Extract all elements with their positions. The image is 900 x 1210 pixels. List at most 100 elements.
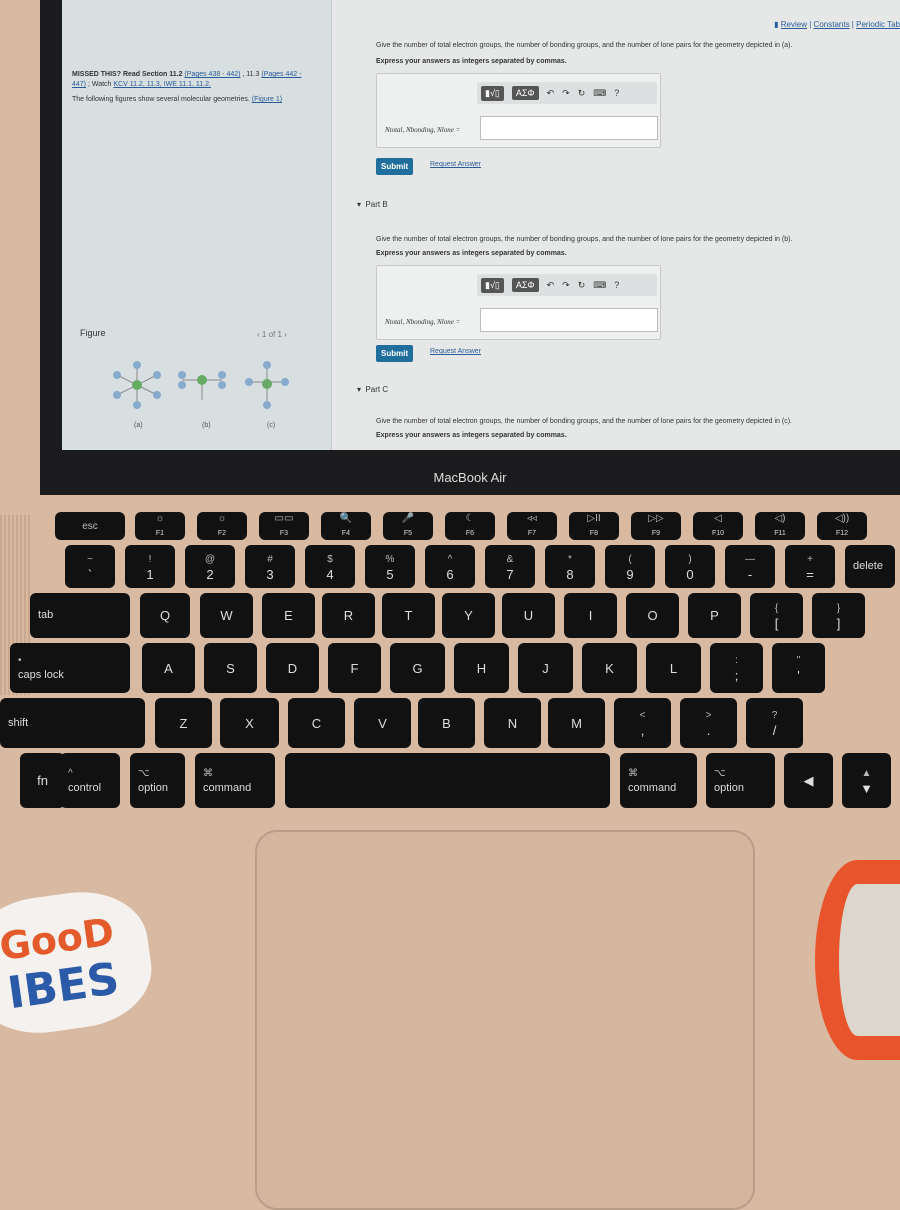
key--[interactable]: {[ bbox=[750, 593, 803, 638]
key-f1[interactable]: ☼ F1 bbox=[135, 512, 185, 540]
key-c[interactable]: C bbox=[288, 698, 345, 748]
review-link[interactable]: Review bbox=[781, 20, 807, 29]
key-u[interactable]: U bbox=[502, 593, 555, 638]
key-g[interactable]: G bbox=[390, 643, 445, 693]
key-f9[interactable]: ▷▷ F9 bbox=[631, 512, 681, 540]
key-shift[interactable]: shift bbox=[0, 698, 145, 748]
key-1[interactable]: ! 1 bbox=[125, 545, 175, 588]
key--[interactable]: >. bbox=[680, 698, 737, 748]
key-n[interactable]: N bbox=[484, 698, 541, 748]
key-0[interactable]: ) 0 bbox=[665, 545, 715, 588]
reset-icon[interactable]: ↻ bbox=[578, 280, 586, 291]
undo-icon[interactable]: ↶ bbox=[547, 88, 555, 99]
part-b-toggle[interactable]: ▾ Part B bbox=[357, 200, 388, 209]
key-i[interactable]: I bbox=[564, 593, 617, 638]
greek-button[interactable]: ΑΣΦ bbox=[511, 86, 539, 100]
key-esc[interactable]: esc bbox=[55, 512, 125, 540]
key-f[interactable]: F bbox=[328, 643, 381, 693]
key-e[interactable]: E bbox=[262, 593, 315, 638]
key-p[interactable]: P bbox=[688, 593, 741, 638]
key-f11[interactable]: ◁) F11 bbox=[755, 512, 805, 540]
figure-link[interactable]: (Figure 1) bbox=[252, 96, 282, 103]
key-f6[interactable]: ☾ F6 bbox=[445, 512, 495, 540]
key-z[interactable]: Z bbox=[155, 698, 212, 748]
key-7[interactable]: & 7 bbox=[485, 545, 535, 588]
templates-button[interactable]: ▮√▯ bbox=[481, 277, 504, 293]
keyboard-icon[interactable]: ⌨ bbox=[593, 280, 606, 291]
key-9[interactable]: (9 bbox=[605, 545, 655, 588]
redo-icon[interactable]: ↷ bbox=[562, 280, 570, 291]
part-c-toggle[interactable]: ▾ Part C bbox=[357, 385, 388, 394]
undo-icon[interactable]: ↶ bbox=[547, 280, 555, 291]
part-b-request-answer[interactable]: Request Answer bbox=[430, 348, 481, 355]
help-icon[interactable]: ? bbox=[614, 280, 619, 290]
key-2[interactable]: @2 bbox=[185, 545, 235, 588]
key-k[interactable]: K bbox=[582, 643, 637, 693]
key-f4[interactable]: 🔍 F4 bbox=[321, 512, 371, 540]
watch-link[interactable]: KCV 11.2, 11.3, IWE 11.1, 11.2. bbox=[113, 81, 211, 88]
key-fn[interactable]: fn bbox=[20, 753, 65, 808]
key-j[interactable]: J bbox=[518, 643, 573, 693]
pages-link-1[interactable]: (Pages 438 - 442) bbox=[184, 71, 240, 78]
part-a-submit-button[interactable]: Submit bbox=[376, 158, 414, 175]
key--[interactable]: — - bbox=[725, 545, 775, 588]
key-a[interactable]: A bbox=[142, 643, 195, 693]
key-3[interactable]: #3 bbox=[245, 545, 295, 588]
periodic-table-link[interactable]: Periodic Tab bbox=[856, 20, 900, 29]
key-o[interactable]: O bbox=[626, 593, 679, 638]
redo-icon[interactable]: ↷ bbox=[562, 88, 570, 99]
constants-link[interactable]: Constants bbox=[814, 20, 850, 29]
key--[interactable]: ◀ bbox=[784, 753, 833, 808]
key-delete[interactable]: delete bbox=[845, 545, 895, 588]
key-b[interactable]: B bbox=[418, 698, 475, 748]
key-m[interactable]: M bbox=[548, 698, 605, 748]
key-command[interactable]: ⌘ command bbox=[195, 753, 275, 808]
key-f5[interactable]: 🎤 F5 bbox=[383, 512, 433, 540]
key-f3[interactable]: ▭▭ F3 bbox=[259, 512, 309, 540]
part-b-input[interactable] bbox=[480, 308, 658, 332]
key-s[interactable]: S bbox=[204, 643, 257, 693]
key-f8[interactable]: ▷II F8 bbox=[569, 512, 619, 540]
key--[interactable]: + = bbox=[785, 545, 835, 588]
key--[interactable]: ? / bbox=[746, 698, 803, 748]
key--[interactable]: :; bbox=[710, 643, 763, 693]
key-f10[interactable]: ◁ F10 bbox=[693, 512, 743, 540]
help-icon[interactable]: ? bbox=[614, 88, 619, 98]
part-a-input[interactable] bbox=[480, 116, 658, 140]
key-v[interactable]: V bbox=[354, 698, 411, 748]
key-space[interactable] bbox=[285, 753, 610, 808]
key-tab[interactable]: tab bbox=[30, 593, 130, 638]
part-b-submit-button[interactable]: Submit bbox=[376, 345, 414, 362]
templates-button[interactable]: ▮√▯ bbox=[481, 85, 504, 101]
key-8[interactable]: * 8 bbox=[545, 545, 595, 588]
part-a-request-answer[interactable]: Request Answer bbox=[430, 161, 481, 168]
key--[interactable]: " ' bbox=[772, 643, 825, 693]
trackpad[interactable] bbox=[255, 830, 755, 1210]
key-l[interactable]: L bbox=[646, 643, 701, 693]
key-t[interactable]: T bbox=[382, 593, 435, 638]
key-option[interactable]: ⌥ option bbox=[706, 753, 775, 808]
key--[interactable]: ▲ ▼ bbox=[842, 753, 891, 808]
key--[interactable]: ~ ` bbox=[65, 545, 115, 588]
key-command[interactable]: ⌘ command bbox=[620, 753, 697, 808]
greek-button[interactable]: ΑΣΦ bbox=[511, 278, 539, 292]
keyboard-icon[interactable]: ⌨ bbox=[593, 88, 606, 99]
figure-pager[interactable]: ‹ 1 of 1 › bbox=[257, 330, 287, 339]
key-5[interactable]: % 5 bbox=[365, 545, 415, 588]
key-6[interactable]: ^ 6 bbox=[425, 545, 475, 588]
key-f2[interactable]: ☼ F2 bbox=[197, 512, 247, 540]
key--[interactable]: <, bbox=[614, 698, 671, 748]
key-option[interactable]: ⌥ option bbox=[130, 753, 185, 808]
key-r[interactable]: R bbox=[322, 593, 375, 638]
reset-icon[interactable]: ↻ bbox=[578, 88, 586, 99]
key-f12[interactable]: ◁)) F12 bbox=[817, 512, 867, 540]
key-y[interactable]: Y bbox=[442, 593, 495, 638]
key-4[interactable]: $4 bbox=[305, 545, 355, 588]
key-x[interactable]: X bbox=[220, 698, 279, 748]
key-w[interactable]: W bbox=[200, 593, 253, 638]
key--[interactable]: }] bbox=[812, 593, 865, 638]
key-q[interactable]: Q bbox=[140, 593, 190, 638]
key-control[interactable]: ^ control bbox=[60, 753, 120, 808]
key-caps-lock[interactable]: • caps lock bbox=[10, 643, 130, 693]
key-d[interactable]: D bbox=[266, 643, 319, 693]
